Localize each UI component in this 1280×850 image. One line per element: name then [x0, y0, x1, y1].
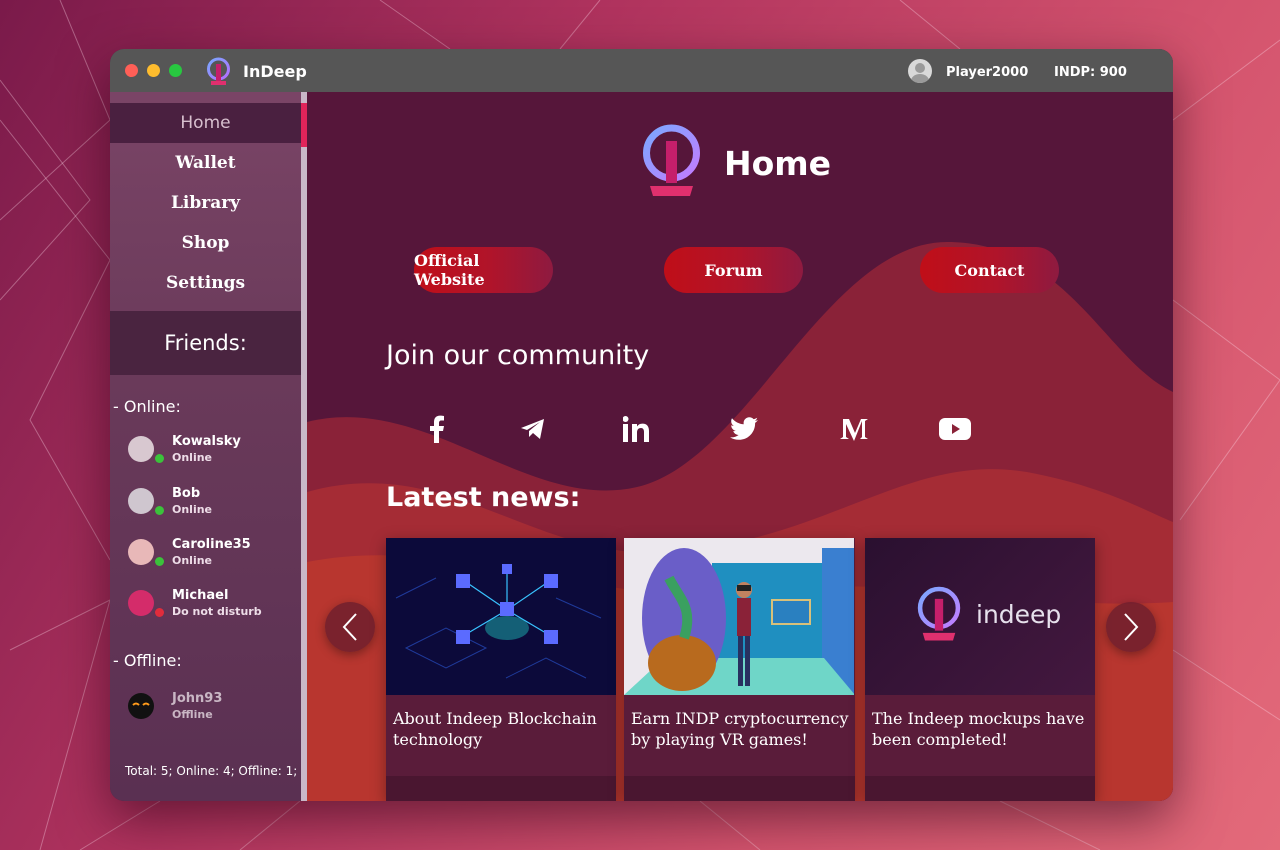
chevron-right-icon — [1124, 613, 1139, 641]
page-title: Home — [724, 144, 832, 183]
main-content: Home Official Website Forum Contact Join… — [307, 92, 1173, 801]
news-card[interactable]: About Indeep Blockchain technology — [386, 538, 616, 801]
carousel-prev-button[interactable] — [325, 602, 375, 652]
sidebar: Home Wallet Library Shop Settings Friend… — [110, 92, 307, 801]
maximize-window-button[interactable] — [169, 64, 182, 77]
medium-icon[interactable] — [836, 412, 872, 446]
friend-name: Michael — [172, 588, 229, 603]
news-title: The Indeep mockups have been completed! — [872, 709, 1085, 749]
indeep-wordmark: indeep — [976, 600, 1062, 629]
friend-item[interactable]: Caroline35 Online — [128, 535, 298, 571]
avatar — [128, 693, 154, 719]
window-controls — [125, 64, 182, 77]
friend-name: Kowalsky — [172, 434, 241, 449]
linkedin-icon[interactable] — [618, 412, 654, 446]
close-window-button[interactable] — [125, 64, 138, 77]
sidebar-item-shop[interactable]: Shop — [110, 223, 301, 263]
app-title: InDeep — [243, 62, 307, 81]
indeep-logo-icon — [643, 124, 700, 196]
user-avatar[interactable] — [908, 59, 932, 83]
friend-item[interactable]: John93 Offline — [128, 689, 298, 725]
youtube-icon[interactable] — [937, 412, 973, 446]
username[interactable]: Player2000 — [946, 65, 1028, 80]
friend-status: Online — [172, 554, 213, 567]
news-title: Earn INDP cryptocurrency by playing VR g… — [631, 709, 849, 749]
sidebar-item-settings[interactable]: Settings — [110, 263, 301, 303]
online-status-dot — [155, 506, 164, 515]
avatar — [128, 590, 154, 616]
sidebar-nav: Home Wallet Library Shop Settings — [110, 103, 301, 303]
dnd-status-dot — [155, 608, 164, 617]
online-status-dot — [155, 454, 164, 463]
friend-item[interactable]: Kowalsky Online — [128, 432, 298, 468]
community-heading: Join our community — [386, 340, 650, 371]
news-card[interactable]: Earn INDP cryptocurrency by playing VR g… — [624, 538, 855, 801]
official-website-button[interactable]: Official Website — [414, 247, 553, 293]
friend-name: Caroline35 — [172, 537, 251, 552]
title-bar: InDeep Player2000 INDP: 900 — [110, 49, 1173, 92]
indeep-logo-icon — [917, 586, 961, 641]
sidebar-item-home[interactable]: Home — [110, 103, 301, 143]
indeep-mockup-image: indeep — [865, 538, 1095, 695]
friend-name: John93 — [172, 691, 223, 706]
avatar — [128, 488, 154, 514]
friend-status: Offline — [172, 708, 213, 721]
forum-button[interactable]: Forum — [664, 247, 803, 293]
news-heading: Latest news: — [386, 482, 581, 513]
app-window: InDeep Player2000 INDP: 900 Home Wallet … — [110, 49, 1173, 801]
avatar — [128, 436, 154, 462]
card-footer — [865, 776, 1095, 801]
online-status-dot — [155, 557, 164, 566]
sidebar-item-library[interactable]: Library — [110, 183, 301, 223]
news-title: About Indeep Blockchain technology — [393, 709, 597, 749]
friend-status: Online — [172, 451, 213, 464]
vr-game-image — [624, 538, 854, 695]
minimize-window-button[interactable] — [147, 64, 160, 77]
telegram-icon[interactable] — [515, 412, 551, 446]
avatar — [128, 539, 154, 565]
chevron-left-icon — [342, 613, 357, 641]
contact-button[interactable]: Contact — [920, 247, 1059, 293]
friend-status: Online — [172, 503, 213, 516]
indeep-logo-icon — [207, 57, 230, 85]
twitter-icon[interactable] — [726, 412, 762, 446]
facebook-icon[interactable] — [419, 412, 455, 446]
friend-item[interactable]: Michael Do not disturb — [128, 586, 298, 622]
card-footer — [386, 776, 616, 801]
token-balance: INDP: 900 — [1054, 65, 1127, 80]
friend-item[interactable]: Bob Online — [128, 484, 298, 520]
friend-status: Do not disturb — [172, 605, 262, 618]
friends-heading: Friends: — [110, 311, 301, 375]
offline-section-label: - Offline: — [113, 651, 182, 670]
sidebar-item-wallet[interactable]: Wallet — [110, 143, 301, 183]
card-footer — [624, 776, 855, 801]
friend-name: Bob — [172, 486, 201, 501]
carousel-next-button[interactable] — [1106, 602, 1156, 652]
blockchain-image — [386, 538, 616, 695]
news-card[interactable]: indeep The Indeep mockups have been comp… — [865, 538, 1095, 801]
friends-total: Total: 5; Online: 4; Offline: 1; — [125, 764, 298, 778]
online-section-label: - Online: — [113, 397, 181, 416]
